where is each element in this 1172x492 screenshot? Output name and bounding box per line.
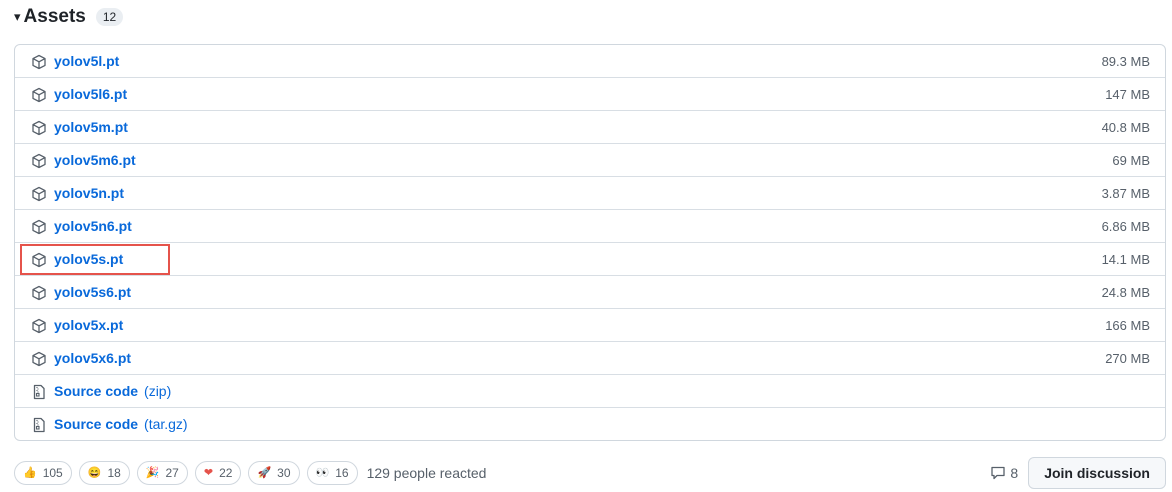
reaction-eyes-button[interactable]: 👀 16	[306, 461, 358, 485]
asset-link[interactable]: yolov5l6.pt	[54, 86, 127, 102]
asset-link[interactable]: yolov5m.pt	[54, 119, 128, 135]
asset-size: 6.86 MB	[1101, 218, 1150, 234]
comment-icon	[991, 466, 1006, 480]
comments-count-link[interactable]: 8	[990, 465, 1018, 481]
asset-row: yolov5s6.pt 24.8 MB	[15, 275, 1165, 308]
asset-link[interactable]: yolov5l.pt	[54, 53, 119, 69]
reaction-count: 105	[42, 466, 63, 480]
package-icon	[32, 252, 46, 268]
asset-link[interactable]: yolov5n6.pt	[54, 218, 132, 234]
package-icon	[32, 54, 46, 70]
asset-link[interactable]: yolov5s6.pt	[54, 284, 131, 300]
assets-list: yolov5l.pt 89.3 MB yolov5l6.pt 147 MB yo…	[14, 44, 1166, 441]
asset-link[interactable]: yolov5x6.pt	[54, 350, 131, 366]
reaction-count: 22	[219, 466, 233, 480]
package-icon	[32, 186, 46, 202]
package-icon	[32, 87, 46, 103]
asset-size: 166 MB	[1105, 317, 1150, 333]
asset-row: yolov5n.pt 3.87 MB	[15, 176, 1165, 209]
source-code-label: Source code	[54, 383, 139, 399]
assets-title[interactable]: Assets	[24, 6, 86, 28]
source-format: (tar.gz)	[144, 416, 188, 432]
source-code-label: Source code	[54, 416, 139, 432]
asset-size: 69 MB	[1112, 152, 1150, 168]
package-icon	[32, 219, 46, 235]
rocket-icon: 🚀	[257, 466, 272, 479]
reaction-heart-button[interactable]: ❤ 22	[194, 461, 242, 485]
asset-link[interactable]: yolov5n.pt	[54, 185, 124, 201]
reaction-count: 27	[165, 466, 179, 480]
package-icon	[32, 285, 46, 301]
package-icon	[32, 318, 46, 334]
laugh-icon: 😄	[87, 466, 102, 479]
reaction-rocket-button[interactable]: 🚀 30	[248, 461, 300, 485]
reaction-count: 16	[335, 466, 349, 480]
source-format: (zip)	[144, 383, 172, 399]
reaction-count: 30	[277, 466, 291, 480]
package-icon	[32, 351, 46, 367]
comments-count: 8	[1010, 465, 1019, 481]
asset-link[interactable]: yolov5x.pt	[54, 317, 123, 333]
assets-count-badge: 12	[95, 8, 124, 26]
reaction-thumbs-up-button[interactable]: 👍 105	[14, 461, 72, 485]
caret-down-icon[interactable]: ▾	[14, 9, 21, 25]
asset-row: yolov5n6.pt 6.86 MB	[15, 209, 1165, 242]
asset-link[interactable]: yolov5m6.pt	[54, 152, 136, 168]
asset-row: yolov5m6.pt 69 MB	[15, 143, 1165, 176]
source-row: Source code (zip)	[15, 374, 1165, 407]
join-discussion-button[interactable]: Join discussion	[1028, 457, 1166, 489]
discussion-controls: 8 Join discussion	[990, 457, 1166, 489]
asset-size: 3.87 MB	[1101, 185, 1150, 201]
asset-size: 270 MB	[1105, 350, 1150, 366]
asset-link[interactable]: yolov5s.pt	[54, 251, 123, 267]
package-icon	[32, 153, 46, 169]
asset-size: 147 MB	[1105, 86, 1150, 102]
package-icon	[32, 120, 46, 136]
file-zip-icon	[33, 384, 45, 400]
source-code-targz-link[interactable]: Source code (tar.gz)	[54, 416, 188, 432]
asset-row: yolov5l.pt 89.3 MB	[15, 45, 1165, 77]
reaction-hooray-button[interactable]: 🎉 27	[136, 461, 188, 485]
thumbs-up-icon: 👍	[23, 466, 37, 479]
heart-icon: ❤	[203, 466, 214, 479]
eyes-icon: 👀	[315, 466, 330, 479]
file-zip-icon	[33, 417, 45, 433]
reactions-summary: 129 people reacted	[366, 465, 487, 481]
release-assets-section: ▾ Assets 12 yolov5l.pt 89.3 MB yolov5l6.…	[0, 0, 1172, 492]
hooray-icon: 🎉	[145, 466, 160, 479]
assets-header[interactable]: ▾ Assets 12	[14, 4, 124, 30]
asset-size: 14.1 MB	[1101, 251, 1150, 267]
reaction-count: 18	[107, 466, 121, 480]
asset-size: 24.8 MB	[1101, 284, 1150, 300]
asset-row-highlighted: yolov5s.pt 14.1 MB	[15, 242, 1165, 275]
asset-row: yolov5x6.pt 270 MB	[15, 341, 1165, 374]
asset-size: 40.8 MB	[1101, 119, 1150, 135]
reactions-bar: 👍 105 😄 18 🎉 27 ❤ 22 🚀 30 👀 16 129 people reac…	[14, 457, 1166, 489]
asset-row: yolov5x.pt 166 MB	[15, 308, 1165, 341]
reaction-laugh-button[interactable]: 😄 18	[78, 461, 130, 485]
asset-row: yolov5m.pt 40.8 MB	[15, 110, 1165, 143]
asset-size: 89.3 MB	[1101, 53, 1150, 69]
asset-row: yolov5l6.pt 147 MB	[15, 77, 1165, 110]
source-row: Source code (tar.gz)	[15, 407, 1165, 440]
source-code-zip-link[interactable]: Source code (zip)	[54, 383, 171, 399]
